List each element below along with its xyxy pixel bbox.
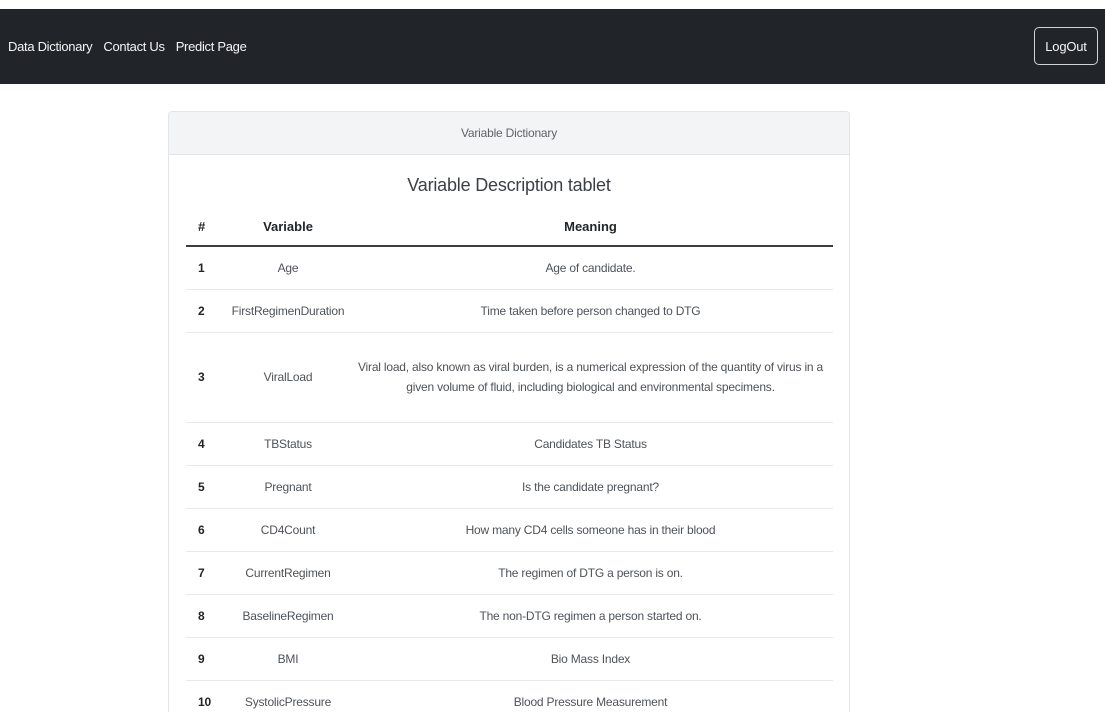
- row-meaning: Viral load, also known as viral burden, …: [348, 332, 833, 423]
- column-header-meaning: Meaning: [348, 208, 833, 247]
- row-meaning: Age of candidate.: [348, 246, 833, 290]
- variable-dictionary-card: Variable Dictionary Variable Description…: [168, 111, 850, 712]
- nav-link-contact-us[interactable]: Contact Us: [103, 39, 165, 54]
- row-variable: BMI: [228, 637, 348, 681]
- row-variable: Pregnant: [228, 465, 348, 509]
- table-row: 8 BaselineRegimen The non-DTG regimen a …: [186, 594, 833, 638]
- table-row: 5 Pregnant Is the candidate pregnant?: [186, 465, 833, 509]
- row-number: 10: [186, 680, 228, 712]
- row-number: 9: [186, 637, 228, 681]
- nav-link-predict-page[interactable]: Predict Page: [176, 39, 247, 54]
- table-row: 6 CD4Count How many CD4 cells someone ha…: [186, 508, 833, 552]
- row-number: 6: [186, 508, 228, 552]
- nav-link-data-dictionary[interactable]: Data Dictionary: [8, 39, 93, 54]
- page: Data Dictionary Contact Us Predict Page …: [0, 0, 1105, 712]
- row-meaning: Candidates TB Status: [348, 422, 833, 466]
- table-row: 3 ViralLoad Viral load, also known as vi…: [186, 332, 833, 423]
- row-variable: CD4Count: [228, 508, 348, 552]
- card-title: Variable Description tablet: [407, 175, 611, 195]
- row-number: 3: [186, 332, 228, 423]
- table-row: 7 CurrentRegimen The regimen of DTG a pe…: [186, 551, 833, 595]
- row-meaning: How many CD4 cells someone has in their …: [348, 508, 833, 552]
- table-row: 9 BMI Bio Mass Index: [186, 637, 833, 681]
- row-number: 2: [186, 289, 228, 333]
- row-meaning: The non-DTG regimen a person started on.: [348, 594, 833, 638]
- table-row: 4 TBStatus Candidates TB Status: [186, 422, 833, 466]
- table-row: 1 Age Age of candidate.: [186, 246, 833, 290]
- row-meaning: Bio Mass Index: [348, 637, 833, 681]
- row-meaning: Time taken before person changed to DTG: [348, 289, 833, 333]
- logout-button[interactable]: LogOut: [1034, 27, 1098, 65]
- column-header-number: #: [186, 208, 228, 247]
- row-meaning: The regimen of DTG a person is on.: [348, 551, 833, 595]
- row-meaning: Is the candidate pregnant?: [348, 465, 833, 509]
- row-number: 4: [186, 422, 228, 466]
- card-header: Variable Dictionary: [169, 112, 849, 155]
- nav-links: Data Dictionary Contact Us Predict Page: [8, 9, 247, 84]
- table-row: 10 SystolicPressure Blood Pressure Measu…: [186, 680, 833, 712]
- row-number: 1: [186, 246, 228, 290]
- row-variable: BaselineRegimen: [228, 594, 348, 638]
- column-header-variable: Variable: [228, 208, 348, 247]
- row-variable: FirstRegimenDuration: [228, 289, 348, 333]
- row-variable: CurrentRegimen: [228, 551, 348, 595]
- row-number: 7: [186, 551, 228, 595]
- row-variable: ViralLoad: [228, 332, 348, 423]
- variable-table: # Variable Meaning 1 Age Age of candidat…: [186, 208, 833, 712]
- row-number: 8: [186, 594, 228, 638]
- row-meaning: Blood Pressure Measurement: [348, 680, 833, 712]
- row-number: 5: [186, 465, 228, 509]
- table-row: 2 FirstRegimenDuration Time taken before…: [186, 289, 833, 333]
- row-variable: SystolicPressure: [228, 680, 348, 712]
- row-variable: Age: [228, 246, 348, 290]
- top-navbar: Data Dictionary Contact Us Predict Page …: [0, 9, 1105, 84]
- table-header-row: # Variable Meaning: [186, 208, 833, 247]
- row-variable: TBStatus: [228, 422, 348, 466]
